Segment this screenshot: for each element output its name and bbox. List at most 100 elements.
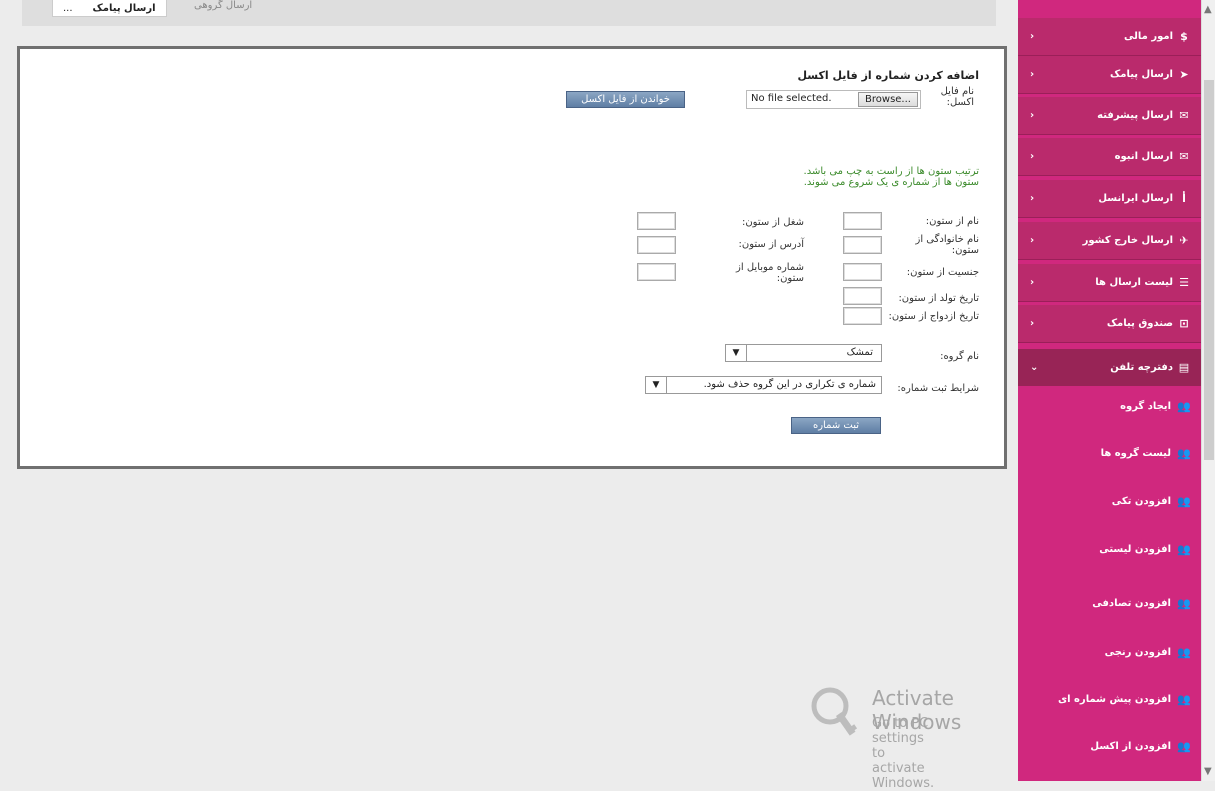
chevron-left-icon: ‹: [1030, 318, 1035, 329]
irancell-icon: أ: [1182, 192, 1186, 205]
sidebar-subitem-create-group[interactable]: 👥 ایجاد گروه: [1018, 388, 1201, 425]
sidebar-subitem-add-single[interactable]: 👥 افزودن تکی: [1018, 483, 1201, 520]
birth-date-column-input[interactable]: [843, 287, 882, 305]
sidebar-subitem-label: افزودن لیستی: [1099, 544, 1171, 555]
scroll-up-icon[interactable]: ▲: [1204, 4, 1212, 15]
sidebar-subitem-label: افزودن تصادفی: [1092, 598, 1171, 609]
sidebar-item-send-sms[interactable]: ➤ ارسال پیامک ‹: [1018, 56, 1201, 94]
first-name-column-input[interactable]: [843, 212, 882, 230]
chevron-left-icon: ‹: [1030, 235, 1035, 246]
users-icon: 👥: [1177, 447, 1191, 460]
users-icon: 👥: [1177, 597, 1191, 610]
condition-select[interactable]: شماره ی تکراری در این گروه حذف شود. ▼: [645, 376, 882, 394]
sidebar-item-label: دفترچه تلفن: [1110, 362, 1173, 373]
sidebar-item-bulk-send[interactable]: ✉ ارسال انبوه ‹: [1018, 138, 1201, 176]
sidebar-item-label: لیست ارسال ها: [1095, 277, 1173, 288]
page-scrollbar[interactable]: ▲ ▼: [1201, 0, 1215, 781]
scroll-thumb[interactable]: [1204, 80, 1214, 460]
watermark-subtitle: Go to PC settings to activate Windows.: [872, 716, 935, 791]
inbox-icon: ⊡: [1179, 317, 1189, 330]
sidebar-item-international-send[interactable]: ✈ ارسال خارج کشور ‹: [1018, 222, 1201, 260]
list-icon: ☰: [1179, 276, 1189, 289]
read-excel-button[interactable]: خواندن از فایل اکسل: [566, 91, 685, 108]
group-select-value: تمشک: [846, 347, 873, 358]
users-icon: 👥: [1177, 646, 1191, 659]
sidebar-item-label: ارسال انبوه: [1114, 151, 1173, 162]
breadcrumb-path: ارسال گروهی: [194, 0, 253, 11]
key-icon: [811, 687, 858, 736]
sidebar-subitem-add-random[interactable]: 👥 افزودن تصادفی: [1018, 585, 1201, 622]
field-label-marriage-date: تاریخ ازدواج از ستون:: [888, 311, 979, 322]
chevron-down-icon: ⌄: [1030, 362, 1039, 373]
sidebar-item-inbox[interactable]: ⊡ صندوق پیامک ‹: [1018, 305, 1201, 343]
chevron-left-icon: ‹: [1030, 110, 1035, 121]
field-label-mobile: شماره موبایل از ستون:: [736, 262, 804, 284]
sidebar-subitem-label: لیست گروه ها: [1100, 448, 1171, 459]
sidebar-subitem-add-prefix[interactable]: 👥 افزودن پیش شماره ای: [1018, 681, 1201, 718]
gender-column-input[interactable]: [843, 263, 882, 281]
note-line-1: ترتیب ستون ها از راست به چپ می باشد.: [803, 166, 979, 177]
sidebar-item-irancell-send[interactable]: أ ارسال ایرانسل ‹: [1018, 180, 1201, 218]
breadcrumb-tab-more[interactable]: ...: [53, 3, 83, 14]
mobile-column-input[interactable]: [637, 263, 676, 281]
chevron-left-icon: ‹: [1030, 69, 1035, 80]
users-icon: 👥: [1177, 543, 1191, 556]
chevron-left-icon: ‹: [1030, 151, 1035, 162]
sidebar-subitem-add-range[interactable]: 👥 افزودن رنجی: [1018, 634, 1201, 671]
note-line-2: ستون ها از شماره ی یک شروع می شوند.: [803, 177, 979, 188]
condition-label: شرایط ثبت شماره:: [897, 383, 979, 394]
file-label: نام فایل اکسل:: [940, 86, 974, 108]
sidebar-subitem-label: افزودن رنجی: [1104, 647, 1171, 658]
sidebar-item-finance[interactable]: $ امور مالی ‹: [1018, 18, 1201, 56]
sidebar-item-send-list[interactable]: ☰ لیست ارسال ها ‹: [1018, 264, 1201, 302]
sidebar-item-phonebook[interactable]: ▤ دفترچه تلفن ⌄: [1018, 349, 1201, 386]
browse-button[interactable]: Browse...: [858, 92, 918, 107]
sidebar-subitem-label: ایجاد گروه: [1120, 401, 1171, 412]
sidebar-subitem-add-list[interactable]: 👥 افزودن لیستی: [1018, 531, 1201, 568]
marriage-date-column-input[interactable]: [843, 307, 882, 325]
book-icon: ▤: [1178, 361, 1190, 374]
field-label-job: شغل از ستون:: [741, 217, 804, 228]
plane-icon: ✈: [1179, 234, 1189, 247]
breadcrumb-tab-send[interactable]: ارسال پیامک: [83, 3, 166, 14]
users-icon: 👥: [1177, 495, 1191, 508]
page-title: اضافه کردن شماره از فایل اکسل: [797, 69, 979, 82]
column-order-note: ترتیب ستون ها از راست به چپ می باشد. ستو…: [804, 166, 979, 188]
field-label-last-name: نام خانوادگی از ستون:: [915, 234, 980, 256]
sidebar-subitem-label: افزودن پیش شماره ای: [1057, 694, 1171, 705]
sidebar-item-label: امور مالی: [1124, 31, 1173, 42]
send-icon: ➤: [1179, 68, 1189, 81]
chevron-down-icon[interactable]: ▼: [646, 377, 667, 393]
last-name-column-input[interactable]: [843, 236, 882, 254]
submit-number-button[interactable]: ثبت شماره: [791, 417, 881, 434]
sidebar-item-label: ارسال پیامک: [1110, 69, 1173, 80]
sidebar-item-label: ارسال خارج کشور: [1082, 235, 1173, 246]
address-column-input[interactable]: [637, 236, 676, 254]
chevron-down-icon[interactable]: ▼: [726, 345, 747, 361]
sidebar: $ امور مالی ‹ ➤ ارسال پیامک ‹ ✉ ارسال پی…: [1018, 0, 1201, 781]
sidebar-item-label: ارسال ایرانسل: [1098, 193, 1173, 204]
envelope-outline-icon: ✉: [1179, 150, 1189, 163]
field-label-gender: جنسیت از ستون:: [906, 267, 979, 278]
job-column-input[interactable]: [637, 212, 676, 230]
sidebar-subitem-add-excel[interactable]: 👥 افزودن از اکسل: [1018, 728, 1201, 765]
users-icon: 👥: [1177, 400, 1191, 413]
field-label-first-name: نام از ستون:: [925, 216, 979, 227]
chevron-left-icon: ‹: [1030, 31, 1035, 42]
excel-import-panel: اضافه کردن شماره از فایل اکسل نام فایل ا…: [17, 46, 1007, 469]
users-icon: 👥: [1177, 740, 1191, 753]
condition-select-value: شماره ی تکراری در این گروه حذف شود.: [703, 379, 876, 390]
sidebar-subitem-label: افزودن تکی: [1111, 496, 1171, 507]
sidebar-item-advanced-send[interactable]: ✉ ارسال پیشرفته ‹: [1018, 97, 1201, 135]
field-label-address: آدرس از ستون:: [738, 239, 804, 250]
sidebar-subitem-group-list[interactable]: 👥 لیست گروه ها: [1018, 435, 1201, 472]
scroll-down-icon[interactable]: ▼: [1204, 766, 1212, 777]
group-label: نام گروه:: [940, 351, 979, 362]
file-input[interactable]: No file selected. Browse...: [746, 90, 921, 109]
group-select[interactable]: تمشک ▼: [725, 344, 882, 362]
breadcrumb: ... ارسال پیامک: [52, 0, 167, 17]
sidebar-item-label: ارسال پیشرفته: [1097, 110, 1173, 121]
file-status: No file selected.: [751, 93, 832, 104]
field-label-birth-date: تاریخ تولد از ستون:: [898, 293, 979, 304]
chevron-left-icon: ‹: [1030, 193, 1035, 204]
